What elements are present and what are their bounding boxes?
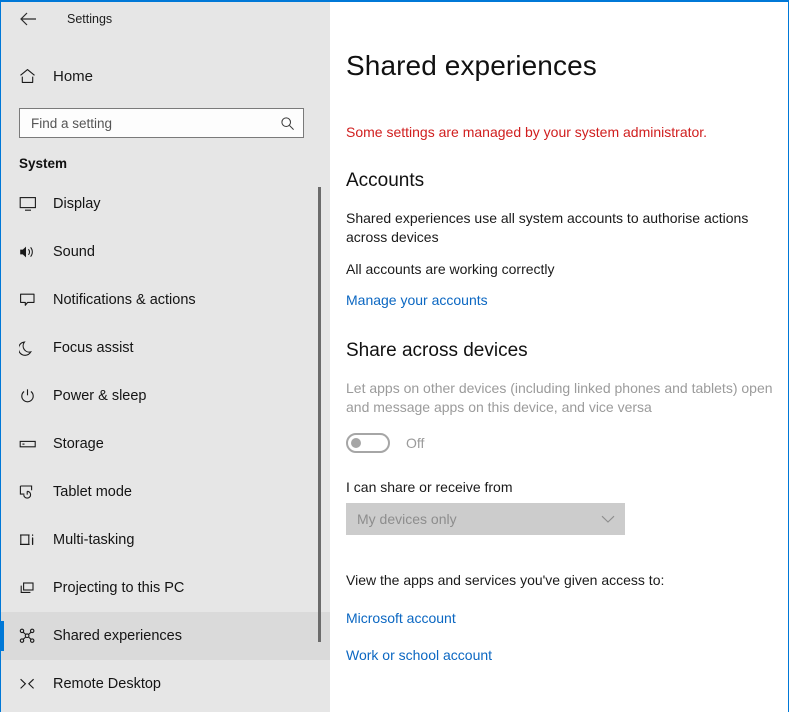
sidebar-item-label: Focus assist [53, 340, 134, 356]
share-across-devices-toggle[interactable] [346, 433, 390, 453]
sidebar-item-label: Remote Desktop [53, 676, 161, 692]
sidebar-item-home[interactable]: Home [1, 57, 330, 95]
sidebar-item-label: Notifications & actions [53, 292, 196, 308]
drive-icon [19, 436, 41, 452]
main-content: Shared experiences Some settings are man… [330, 2, 788, 712]
power-icon [19, 388, 41, 404]
page-title: Shared experiences [346, 50, 597, 81]
shared-experiences-icon [19, 628, 41, 644]
projecting-icon [19, 580, 41, 596]
sidebar-item-display[interactable]: Display [1, 180, 330, 228]
sidebar-item-label: Shared experiences [53, 628, 182, 644]
sidebar-item-notifications-actions[interactable]: Notifications & actions [1, 276, 330, 324]
tablet-icon [19, 484, 41, 500]
settings-window: Settings Home System Display Sound Notific… [0, 0, 789, 712]
home-icon [19, 68, 41, 84]
share-across-devices-description: Let apps on other devices (including lin… [346, 380, 773, 415]
accounts-description: Shared experiences use all system accoun… [346, 210, 749, 245]
moon-icon [19, 340, 41, 356]
share-across-devices-toggle-label: Off [406, 435, 425, 451]
search-icon[interactable] [280, 116, 295, 131]
sidebar-item-tablet-mode[interactable]: Tablet mode [1, 468, 330, 516]
notification-icon [19, 292, 41, 308]
search-box[interactable] [19, 108, 304, 138]
sidebar-item-label: Power & sleep [53, 388, 147, 404]
sidebar-item-label: Multi-tasking [53, 532, 135, 548]
work-or-school-account-link[interactable]: Work or school account [346, 647, 492, 663]
accounts-heading: Accounts [346, 170, 425, 191]
manage-your-accounts-link[interactable]: Manage your accounts [346, 292, 488, 308]
sidebar-item-label: Storage [53, 436, 104, 452]
share-across-devices-toggle-row: Off [346, 433, 788, 453]
sidebar-item-label: Sound [53, 244, 95, 260]
monitor-icon [19, 196, 41, 212]
speaker-icon [19, 244, 41, 260]
sidebar-item-label: Projecting to this PC [53, 580, 185, 596]
share-receive-from-label: I can share or receive from [346, 479, 513, 495]
sidebar: Settings Home System Display Sound Notific… [1, 2, 330, 712]
toggle-knob [351, 438, 361, 448]
access-intro-text: View the apps and services you've given … [346, 572, 665, 588]
sidebar-item-multi-tasking[interactable]: Multi-tasking [1, 516, 330, 564]
sidebar-item-projecting-to-this-pc[interactable]: Projecting to this PC [1, 564, 330, 612]
remote-desktop-icon [19, 676, 41, 692]
share-receive-from-dropdown[interactable]: My devices only [346, 503, 625, 535]
search-input[interactable] [31, 115, 280, 131]
window-title: Settings [67, 12, 113, 26]
multitask-icon [19, 532, 41, 548]
sidebar-nav-list: Display Sound Notifications & actions Focus… [1, 180, 330, 708]
sidebar-item-label: Tablet mode [53, 484, 132, 500]
admin-managed-note: Some settings are managed by your system… [346, 124, 708, 140]
sidebar-scrollbar-thumb[interactable] [318, 187, 321, 642]
sidebar-item-remote-desktop[interactable]: Remote Desktop [1, 660, 330, 708]
share-across-devices-heading: Share across devices [346, 340, 528, 361]
sidebar-item-power-sleep[interactable]: Power & sleep [1, 372, 330, 420]
titlebar: Settings [1, 2, 330, 36]
chevron-down-icon [601, 515, 615, 524]
sidebar-item-label: Display [53, 196, 101, 212]
share-receive-from-value: My devices only [357, 511, 457, 527]
accounts-status: All accounts are working correctly [346, 261, 555, 277]
microsoft-account-link[interactable]: Microsoft account [346, 610, 456, 626]
sidebar-item-home-label: Home [53, 67, 94, 85]
sidebar-item-focus-assist[interactable]: Focus assist [1, 324, 330, 372]
sidebar-item-sound[interactable]: Sound [1, 228, 330, 276]
sidebar-item-storage[interactable]: Storage [1, 420, 330, 468]
back-arrow-icon[interactable] [15, 6, 41, 32]
sidebar-item-shared-experiences[interactable]: Shared experiences [1, 612, 330, 660]
sidebar-group-title: System [19, 156, 68, 171]
